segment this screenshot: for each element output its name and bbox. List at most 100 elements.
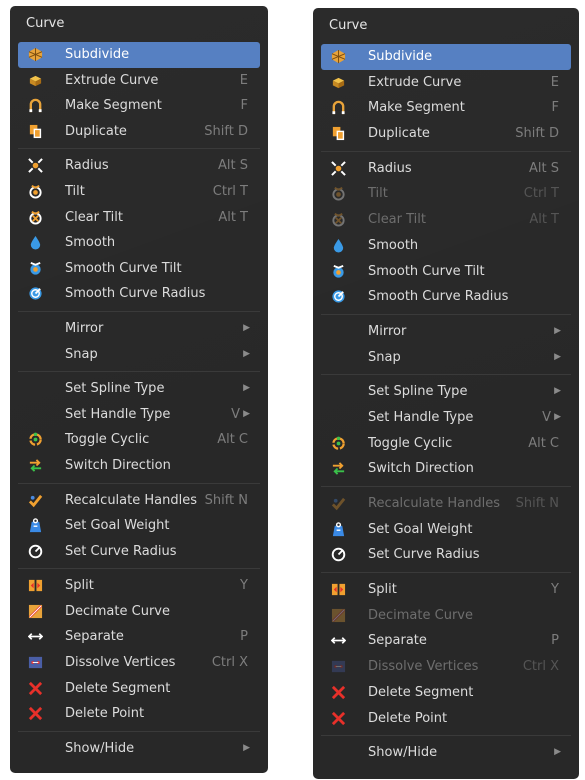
menu-item-set-goal-weight[interactable]: Set Goal Weight xyxy=(18,513,260,539)
menu-item-shortcut: Shift D xyxy=(515,126,559,142)
menu-item-label: Recalculate Handles xyxy=(368,496,500,511)
submenu-arrow-icon: ▶ xyxy=(243,383,250,394)
tilt-icon xyxy=(28,184,43,199)
menu-item-label: Separate xyxy=(65,629,124,645)
menu-item-label: Smooth Curve Tilt xyxy=(65,260,182,276)
menu-item-label: Make Segment xyxy=(65,98,162,114)
menu-item-mirror[interactable]: Mirror ▶ xyxy=(18,316,260,342)
menu-item-toggle-cyclic[interactable]: Toggle Cyclic Alt C xyxy=(18,427,260,453)
menu-item-duplicate[interactable]: Duplicate Shift D xyxy=(321,121,571,147)
menu-item-shortcut: E xyxy=(550,74,559,90)
menu-item-subdivide[interactable]: Subdivide xyxy=(321,44,571,70)
menu-item-show-hide[interactable]: Show/Hide ▶ xyxy=(321,740,571,766)
menu-item-switch-direction[interactable]: Switch Direction xyxy=(18,453,260,479)
menu-item-shortcut: Y xyxy=(551,582,559,598)
radius-icon xyxy=(331,160,346,176)
menu-item-radius[interactable]: Radius Alt S xyxy=(18,153,260,179)
menu-item-label: Set Curve Radius xyxy=(368,547,480,563)
menu-separator xyxy=(321,572,571,574)
separate-icon xyxy=(28,629,43,644)
switch-direction-icon xyxy=(331,461,346,476)
menu-item-label: Toggle Cyclic xyxy=(65,432,150,448)
menu-item-decimate-curve: Decimate Curve xyxy=(321,603,571,629)
curve-radius-icon xyxy=(331,547,346,562)
menu-item-set-curve-radius[interactable]: Set Curve Radius xyxy=(321,542,571,568)
menu-item-shortcut: Y xyxy=(240,578,248,594)
menu-item-delete-point[interactable]: Delete Point xyxy=(321,706,571,732)
menu-item-delete-segment[interactable]: Delete Segment xyxy=(18,676,260,702)
menu-item-dissolve-vertices[interactable]: Dissolve Vertices Ctrl X xyxy=(18,650,260,676)
menu-item-label: Decimate Curve xyxy=(65,603,170,619)
menu-item-recalculate-handles[interactable]: Recalculate Handles Shift N xyxy=(18,488,260,514)
menu-item-make-segment[interactable]: Make Segment F xyxy=(321,95,571,121)
decimate-icon xyxy=(331,608,346,623)
menu-item-show-hide[interactable]: Show/Hide ▶ xyxy=(18,736,260,762)
menu-item-snap[interactable]: Snap ▶ xyxy=(18,342,260,368)
menu-item-label: Toggle Cyclic xyxy=(368,435,453,451)
menu-item-delete-segment[interactable]: Delete Segment xyxy=(321,680,571,706)
dissolve-vertices-icon xyxy=(28,655,43,670)
smooth-tilt-icon xyxy=(331,264,346,279)
subdivide-icon xyxy=(331,49,346,64)
menu-item-smooth-curve-tilt[interactable]: Smooth Curve Tilt xyxy=(321,259,571,285)
menu-item-delete-point[interactable]: Delete Point xyxy=(18,701,260,727)
menu-item-clear-tilt: Clear Tilt Alt T xyxy=(321,207,571,233)
curve-menu-left: Curve Subdivide Extrude Curve E Make Segment… xyxy=(10,6,268,773)
menu-item-label: Dissolve Vertices xyxy=(368,659,479,675)
toggle-cyclic-icon xyxy=(28,432,43,447)
menu-item-set-curve-radius[interactable]: Set Curve Radius xyxy=(18,539,260,565)
delete-icon xyxy=(331,711,346,726)
menu-item-label: Tilt xyxy=(368,186,388,202)
menu-item-smooth-curve-tilt[interactable]: Smooth Curve Tilt xyxy=(18,256,260,282)
menu-item-set-goal-weight[interactable]: Set Goal Weight xyxy=(321,517,571,543)
split-icon xyxy=(28,578,43,593)
menu-item-shortcut: Ctrl T xyxy=(212,183,248,199)
menu-item-shortcut: F xyxy=(240,98,248,114)
smooth-radius-icon xyxy=(28,286,43,301)
menu-item-duplicate[interactable]: Duplicate Shift D xyxy=(18,119,260,145)
menu-item-shortcut: V xyxy=(542,409,551,425)
menu-item-label: Recalculate Handles xyxy=(65,492,197,508)
menu-item-make-segment[interactable]: Make Segment F xyxy=(18,93,260,119)
menu-item-split[interactable]: Split Y xyxy=(18,573,260,599)
menu-item-label: Set Handle Type xyxy=(65,406,171,422)
menu-item-subdivide[interactable]: Subdivide xyxy=(18,42,260,68)
menu-item-separate[interactable]: Separate P xyxy=(321,628,571,654)
menu-item-extrude-curve[interactable]: Extrude Curve E xyxy=(18,68,260,94)
menu-item-radius[interactable]: Radius Alt S xyxy=(321,156,571,182)
menu-item-extrude-curve[interactable]: Extrude Curve E xyxy=(321,70,571,96)
menu-item-set-spline-type[interactable]: Set Spline Type ▶ xyxy=(321,379,571,405)
menu-item-smooth-curve-radius[interactable]: Smooth Curve Radius xyxy=(18,281,260,307)
menu-item-mirror[interactable]: Mirror ▶ xyxy=(321,319,571,345)
menu-item-split[interactable]: Split Y xyxy=(321,577,571,603)
menu-item-label: Switch Direction xyxy=(368,461,474,477)
menu-item-smooth[interactable]: Smooth xyxy=(18,230,260,256)
menu-item-switch-direction[interactable]: Switch Direction xyxy=(321,456,571,482)
menu-item-shortcut: Ctrl X xyxy=(211,655,248,671)
separate-icon xyxy=(331,633,346,648)
menu-item-label: Dissolve Vertices xyxy=(65,655,176,671)
menu-item-tilt[interactable]: Tilt Ctrl T xyxy=(18,179,260,205)
menu-item-set-handle-type[interactable]: Set Handle Type V ▶ xyxy=(321,405,571,431)
menu-item-set-handle-type[interactable]: Set Handle Type V ▶ xyxy=(18,402,260,428)
menu-item-label: Duplicate xyxy=(368,126,430,142)
menu-item-snap[interactable]: Snap ▶ xyxy=(321,345,571,371)
menu-item-label: Make Segment xyxy=(368,100,465,116)
menu-item-set-spline-type[interactable]: Set Spline Type ▶ xyxy=(18,376,260,402)
menu-item-toggle-cyclic[interactable]: Toggle Cyclic Alt C xyxy=(321,431,571,457)
radius-icon xyxy=(28,158,43,174)
menu-item-smooth[interactable]: Smooth xyxy=(321,233,571,259)
extrude-icon xyxy=(331,75,346,90)
menu-item-decimate-curve[interactable]: Decimate Curve xyxy=(18,599,260,625)
menu-item-smooth-curve-radius[interactable]: Smooth Curve Radius xyxy=(321,284,571,310)
extrude-icon xyxy=(28,73,43,88)
menu-item-separate[interactable]: Separate P xyxy=(18,624,260,650)
menu-item-label: Set Handle Type xyxy=(368,409,474,425)
duplicate-icon xyxy=(331,126,346,141)
menu-item-clear-tilt[interactable]: Clear Tilt Alt T xyxy=(18,205,260,231)
menu-item-label: Tilt xyxy=(65,183,85,199)
menu-separator xyxy=(18,568,260,570)
menu-item-shortcut: P xyxy=(551,633,559,649)
menu-item-label: Delete Point xyxy=(368,710,448,726)
clear-tilt-icon xyxy=(331,212,346,227)
